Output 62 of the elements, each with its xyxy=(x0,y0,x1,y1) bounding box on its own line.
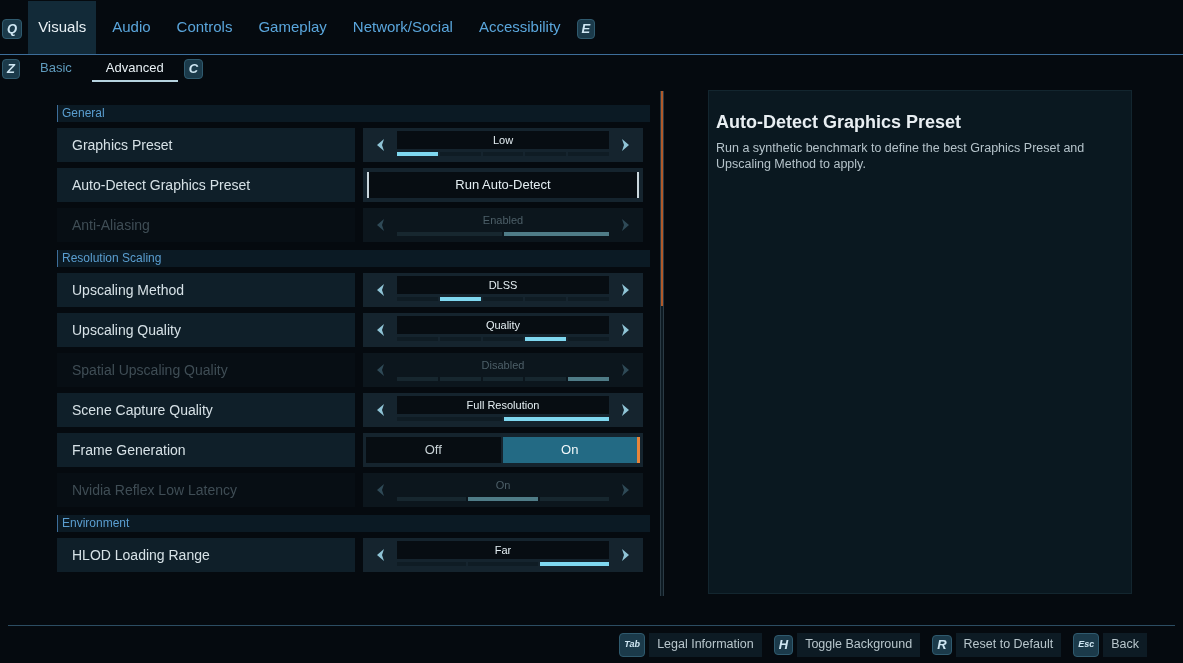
details-title: Auto-Detect Graphics Preset xyxy=(716,111,963,134)
subtab[interactable]: Advanced xyxy=(91,56,178,82)
option-value: Quality xyxy=(397,316,609,334)
setting-label: Scene Capture Quality xyxy=(57,393,355,427)
option-selector[interactable]: Full Resolution xyxy=(363,393,643,427)
section-header: General xyxy=(57,105,650,122)
tab[interactable]: Gameplay xyxy=(248,1,337,54)
section-header: Environment xyxy=(57,515,650,532)
option-selector[interactable]: Quality xyxy=(363,313,643,347)
footer-action[interactable]: Legal Information xyxy=(649,632,762,657)
footer-action[interactable]: Back xyxy=(1103,632,1147,657)
option-value: Far xyxy=(397,541,609,559)
option-selector[interactable]: Far xyxy=(363,538,643,572)
key-hint: H xyxy=(773,634,794,655)
setting-label: Frame Generation xyxy=(57,433,355,467)
setting-label: Upscaling Method xyxy=(57,273,355,307)
key-hint: Esc xyxy=(1073,632,1100,657)
option-value: Enabled xyxy=(481,213,525,228)
key-hint: C xyxy=(183,59,203,79)
toggle-option[interactable]: On xyxy=(502,437,640,463)
details-description: Run a synthetic benchmark to define the best Graphics Preset and Upscaling Method to apply. xyxy=(716,140,1086,172)
left-arrow-icon[interactable] xyxy=(375,548,385,562)
left-arrow-icon[interactable] xyxy=(375,323,385,337)
setting-label: Graphics Preset xyxy=(57,128,355,162)
right-arrow-icon[interactable] xyxy=(621,283,631,297)
footer-action[interactable]: Reset to Default xyxy=(955,632,1062,657)
subtab[interactable]: Basic xyxy=(26,56,86,82)
section-header: Resolution Scaling xyxy=(57,250,650,267)
setting-label: Upscaling Quality xyxy=(57,313,355,347)
setting-label: Anti-Aliasing xyxy=(57,208,355,242)
key-hint: Z xyxy=(2,59,20,79)
tab[interactable]: Controls xyxy=(166,1,243,54)
left-arrow-icon[interactable] xyxy=(375,138,385,152)
scrollbar[interactable] xyxy=(660,91,664,596)
tab[interactable]: Accessibility xyxy=(468,1,571,54)
key-hint: E xyxy=(576,19,596,39)
option-value: Disabled xyxy=(480,358,526,373)
key-hint: Q xyxy=(2,19,23,39)
option-value: DLSS xyxy=(397,276,609,294)
setting-label: Auto-Detect Graphics Preset xyxy=(57,168,355,202)
run-auto-detect-button[interactable]: Run Auto-Detect xyxy=(367,172,639,198)
key-hint: Tab xyxy=(619,632,646,657)
option-value: On xyxy=(494,478,512,493)
option-value: Low xyxy=(397,131,609,149)
toggle-option[interactable]: Off xyxy=(366,437,501,463)
tab[interactable]: Visuals xyxy=(28,1,97,54)
right-arrow-icon[interactable] xyxy=(621,403,631,417)
left-arrow-icon[interactable] xyxy=(375,403,385,417)
setting-label: Nvidia Reflex Low Latency xyxy=(57,473,355,507)
setting-label: Spatial Upscaling Quality xyxy=(57,353,355,387)
left-arrow-icon[interactable] xyxy=(375,283,385,297)
option-selector[interactable]: Low xyxy=(363,128,643,162)
setting-label: HLOD Loading Range xyxy=(57,538,355,572)
right-arrow-icon[interactable] xyxy=(621,138,631,152)
key-hint: R xyxy=(932,634,952,655)
footer-action[interactable]: Toggle Background xyxy=(797,632,921,657)
tab[interactable]: Audio xyxy=(102,1,161,54)
right-arrow-icon[interactable] xyxy=(621,323,631,337)
right-arrow-icon[interactable] xyxy=(621,548,631,562)
option-selector[interactable]: DLSS xyxy=(363,273,643,307)
tab[interactable]: Network/Social xyxy=(342,1,463,54)
option-value: Full Resolution xyxy=(397,396,609,414)
